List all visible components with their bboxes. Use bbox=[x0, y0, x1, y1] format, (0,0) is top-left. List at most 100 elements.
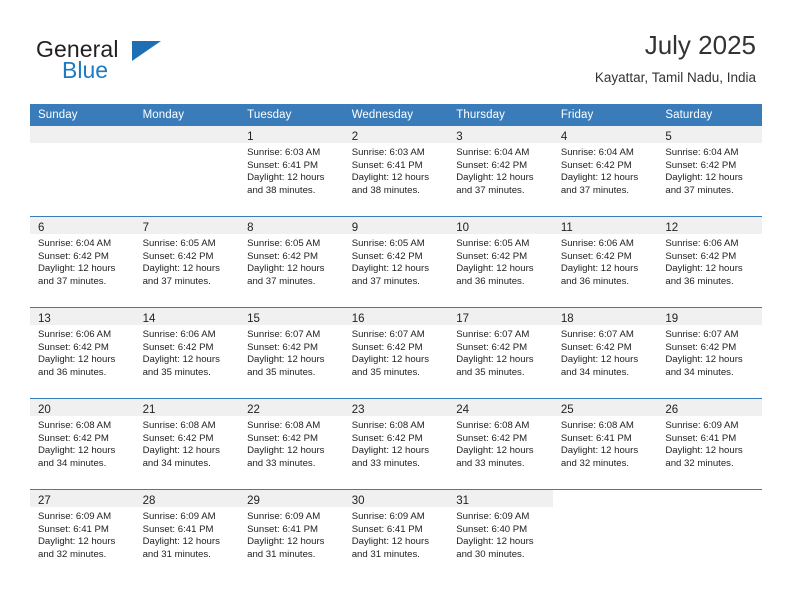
daylight-text-line2: and 37 minutes. bbox=[456, 184, 525, 196]
daylight-text-line2: and 35 minutes. bbox=[456, 366, 525, 378]
calendar-day-cell[interactable]: 29 Sunrise: 6:09 AM Sunset: 6:41 PM Dayligh… bbox=[239, 489, 344, 580]
calendar-day-cell[interactable]: 7 Sunrise: 6:05 AM Sunset: 6:42 PM Daylight… bbox=[134, 216, 240, 308]
day-number-band: 16 bbox=[343, 308, 449, 325]
weekday-header-tuesday: Tuesday bbox=[239, 104, 344, 126]
day-detail: Sunrise: 6:07 AM Sunset: 6:42 PM Daylight:… bbox=[448, 325, 553, 379]
calendar-day-cell[interactable]: 9 Sunrise: 6:05 AM Sunset: 6:42 PM Daylight… bbox=[343, 216, 449, 308]
calendar-day-cell[interactable]: 27 Sunrise: 6:09 AM Sunset: 6:41 PM Dayligh… bbox=[30, 489, 135, 580]
daylight-text-line1: Daylight: 12 hours bbox=[142, 263, 220, 275]
calendar-day-cell[interactable]: 19 Sunrise: 6:07 AM Sunset: 6:42 PM Dayligh… bbox=[657, 307, 762, 399]
day-detail: Sunrise: 6:05 AM Sunset: 6:42 PM Daylight:… bbox=[239, 234, 344, 288]
calendar-day-cell[interactable]: 6 Sunrise: 6:04 AM Sunset: 6:42 PM Daylight… bbox=[30, 216, 135, 308]
calendar-day-cell[interactable]: 21 Sunrise: 6:08 AM Sunset: 6:42 PM Dayligh… bbox=[134, 398, 240, 490]
calendar-day-cell[interactable]: 22 Sunrise: 6:08 AM Sunset: 6:42 PM Dayligh… bbox=[239, 398, 344, 490]
day-detail: Sunrise: 6:08 AM Sunset: 6:42 PM Daylight:… bbox=[239, 416, 344, 470]
day-number: 17 bbox=[456, 313, 470, 325]
calendar-day-cell[interactable]: 2 Sunrise: 6:03 AM Sunset: 6:41 PM Daylight… bbox=[343, 126, 449, 217]
calendar-day-cell[interactable]: 24 Sunrise: 6:08 AM Sunset: 6:42 PM Dayligh… bbox=[448, 398, 553, 490]
sunset-text: Sunset: 6:42 PM bbox=[665, 159, 737, 171]
daylight-text-line1: Daylight: 12 hours bbox=[351, 445, 430, 457]
day-number-band: 11 bbox=[552, 217, 658, 234]
sunset-text: Sunset: 6:42 PM bbox=[142, 250, 214, 262]
calendar-week-row: 27 Sunrise: 6:09 AM Sunset: 6:41 PM Dayligh… bbox=[30, 489, 762, 580]
calendar-day-cell[interactable]: 30 Sunrise: 6:09 AM Sunset: 6:41 PM Dayligh… bbox=[343, 489, 449, 580]
day-detail: Sunrise: 6:05 AM Sunset: 6:42 PM Daylight:… bbox=[344, 234, 449, 288]
daylight-text-line1: Daylight: 12 hours bbox=[351, 172, 430, 184]
calendar-day-cell[interactable]: 16 Sunrise: 6:07 AM Sunset: 6:42 PM Dayligh… bbox=[343, 307, 449, 399]
calendar-day-cell[interactable]: 8 Sunrise: 6:05 AM Sunset: 6:42 PM Daylight… bbox=[239, 216, 344, 308]
day-detail: Sunrise: 6:09 AM Sunset: 6:41 PM Daylight:… bbox=[135, 507, 240, 561]
day-number-band: 9 bbox=[343, 217, 449, 234]
day-number-band: 7 bbox=[134, 217, 240, 234]
day-detail: Sunrise: 6:06 AM Sunset: 6:42 PM Daylight:… bbox=[657, 234, 762, 288]
day-detail: Sunrise: 6:07 AM Sunset: 6:42 PM Daylight:… bbox=[657, 325, 762, 379]
sunrise-text: Sunrise: 6:07 AM bbox=[560, 329, 634, 340]
sunset-text: Sunset: 6:42 PM bbox=[38, 250, 109, 262]
sunset-text: Sunset: 6:41 PM bbox=[38, 523, 109, 535]
day-detail: Sunrise: 6:07 AM Sunset: 6:42 PM Daylight:… bbox=[553, 325, 658, 379]
day-number: 13 bbox=[38, 313, 51, 325]
sunset-text: Sunset: 6:42 PM bbox=[456, 341, 528, 353]
sunrise-text: Sunrise: 6:08 AM bbox=[38, 420, 112, 431]
day-detail: Sunrise: 6:06 AM Sunset: 6:42 PM Daylight:… bbox=[30, 325, 135, 379]
sunrise-text: Sunrise: 6:03 AM bbox=[351, 147, 425, 158]
calendar-grid: Sunday Monday Tuesday Wednesday Thursday… bbox=[30, 104, 762, 580]
calendar-day-cell[interactable]: 17 Sunrise: 6:07 AM Sunset: 6:42 PM Dayligh… bbox=[448, 307, 553, 399]
day-number: 4 bbox=[560, 131, 568, 143]
daylight-text-line2: and 32 minutes. bbox=[560, 457, 630, 469]
sunset-text: Sunset: 6:42 PM bbox=[560, 159, 632, 171]
calendar-day-cell[interactable]: 14 Sunrise: 6:06 AM Sunset: 6:42 PM Dayligh… bbox=[134, 307, 240, 399]
weekday-header-thursday: Thursday bbox=[448, 104, 553, 126]
calendar-page: General Blue July 2025 Kayattar, Tamil N… bbox=[0, 0, 792, 612]
sunset-text: Sunset: 6:41 PM bbox=[351, 523, 423, 535]
calendar-day-cell[interactable]: 25 Sunrise: 6:08 AM Sunset: 6:41 PM Dayligh… bbox=[552, 398, 658, 490]
calendar-day-cell[interactable]: 23 Sunrise: 6:08 AM Sunset: 6:42 PM Dayligh… bbox=[343, 398, 449, 490]
sunset-text: Sunset: 6:41 PM bbox=[351, 159, 423, 171]
daylight-text-line1: Daylight: 12 hours bbox=[247, 445, 325, 457]
daylight-text-line2: and 36 minutes. bbox=[38, 366, 107, 378]
calendar-cell-empty bbox=[30, 126, 135, 217]
day-number-band: 10 bbox=[448, 217, 553, 234]
sunset-text: Sunset: 6:41 PM bbox=[247, 159, 319, 171]
calendar-day-cell[interactable]: 20 Sunrise: 6:08 AM Sunset: 6:42 PM Dayligh… bbox=[30, 398, 135, 490]
calendar-day-cell[interactable]: 31 Sunrise: 6:09 AM Sunset: 6:40 PM Dayligh… bbox=[448, 489, 553, 580]
daylight-text-line1: Daylight: 12 hours bbox=[665, 354, 743, 366]
calendar-header-row: Sunday Monday Tuesday Wednesday Thursday… bbox=[30, 104, 762, 126]
day-number: 28 bbox=[142, 495, 156, 507]
daylight-text-line2: and 37 minutes. bbox=[142, 275, 211, 287]
calendar-day-cell[interactable]: 1 Sunrise: 6:03 AM Sunset: 6:41 PM Daylight… bbox=[239, 126, 344, 217]
calendar-day-cell[interactable]: 4 Sunrise: 6:04 AM Sunset: 6:42 PM Daylight… bbox=[552, 126, 658, 217]
calendar-day-cell[interactable]: 10 Sunrise: 6:05 AM Sunset: 6:42 PM Dayligh… bbox=[448, 216, 553, 308]
daylight-text-line2: and 34 minutes. bbox=[665, 366, 734, 378]
daylight-text-line2: and 38 minutes. bbox=[247, 184, 316, 196]
daylight-text-line1: Daylight: 12 hours bbox=[665, 172, 743, 184]
calendar-day-cell[interactable]: 13 Sunrise: 6:06 AM Sunset: 6:42 PM Dayligh… bbox=[30, 307, 135, 399]
calendar-day-cell[interactable]: 26 Sunrise: 6:09 AM Sunset: 6:41 PM Dayligh… bbox=[657, 398, 762, 490]
calendar-day-cell[interactable]: 15 Sunrise: 6:07 AM Sunset: 6:42 PM Dayligh… bbox=[239, 307, 344, 399]
page-title: July 2025 bbox=[644, 30, 756, 60]
brand-logo[interactable]: General Blue bbox=[36, 36, 226, 92]
day-number-band: 22 bbox=[239, 399, 344, 416]
calendar-day-cell[interactable]: 5 Sunrise: 6:04 AM Sunset: 6:42 PM Daylight… bbox=[657, 126, 762, 217]
sunset-text: Sunset: 6:42 PM bbox=[247, 432, 319, 444]
calendar-day-cell[interactable]: 3 Sunrise: 6:04 AM Sunset: 6:42 PM Daylight… bbox=[448, 126, 553, 217]
calendar-day-cell[interactable]: 18 Sunrise: 6:07 AM Sunset: 6:42 PM Dayligh… bbox=[552, 307, 658, 399]
day-number-band: 12 bbox=[657, 217, 762, 234]
day-detail: Sunrise: 6:03 AM Sunset: 6:41 PM Daylight:… bbox=[344, 143, 449, 197]
sunset-text: Sunset: 6:41 PM bbox=[142, 523, 214, 535]
day-number: 12 bbox=[665, 222, 679, 234]
day-detail: Sunrise: 6:04 AM Sunset: 6:42 PM Daylight:… bbox=[30, 234, 135, 288]
day-number: 18 bbox=[560, 313, 574, 325]
day-number-band: 18 bbox=[552, 308, 658, 325]
calendar-day-cell[interactable]: 12 Sunrise: 6:06 AM Sunset: 6:42 PM Dayligh… bbox=[657, 216, 762, 308]
day-detail: Sunrise: 6:04 AM Sunset: 6:42 PM Daylight:… bbox=[448, 143, 553, 197]
daylight-text-line2: and 34 minutes. bbox=[38, 457, 107, 469]
day-number-band: 24 bbox=[448, 399, 553, 416]
daylight-text-line2: and 37 minutes. bbox=[247, 275, 316, 287]
day-number-band: 13 bbox=[30, 308, 135, 325]
day-number-band: 2 bbox=[343, 126, 449, 143]
sunset-text: Sunset: 6:42 PM bbox=[351, 250, 423, 262]
calendar-day-cell[interactable]: 11 Sunrise: 6:06 AM Sunset: 6:42 PM Dayligh… bbox=[552, 216, 658, 308]
daylight-text-line2: and 34 minutes. bbox=[560, 366, 630, 378]
calendar-day-cell[interactable]: 28 Sunrise: 6:09 AM Sunset: 6:41 PM Dayligh… bbox=[134, 489, 240, 580]
